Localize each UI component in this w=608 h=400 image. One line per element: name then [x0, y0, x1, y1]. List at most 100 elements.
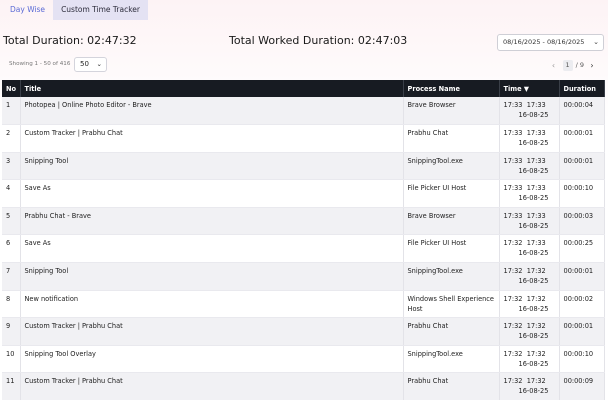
row-no: 3	[2, 152, 21, 181]
per-page-select[interactable]: 50 ⌄	[74, 57, 107, 72]
total-worked-duration: Total Worked Duration: 02:47:03	[229, 34, 408, 47]
tab-custom-time-tracker[interactable]: Custom Time Tracker	[53, 0, 148, 20]
row-time: 17:32 17:32 16-08-25	[499, 290, 560, 319]
row-time-start: 17:32	[503, 377, 523, 386]
row-time-start: 17:32	[503, 322, 523, 331]
row-no: 9	[2, 317, 21, 346]
row-no: 11	[2, 372, 21, 400]
row-title: Snipping Tool	[20, 262, 404, 291]
tab-bar: Day Wise Custom Time Tracker	[0, 0, 148, 20]
row-time: 17:33 17:33 16-08-25	[499, 207, 560, 236]
row-time-date: 16-08-25	[518, 221, 549, 230]
row-time-date: 16-08-25	[518, 332, 549, 341]
row-time-start: 17:32	[503, 349, 523, 358]
row-time-start: 17:33	[503, 184, 523, 193]
row-time-date: 16-08-25	[518, 249, 549, 258]
row-time: 17:33 17:33 16-08-25	[499, 179, 560, 208]
row-duration: 00:00:01	[559, 317, 605, 346]
row-time-end: 17:33	[526, 156, 546, 165]
row-time-start: 17:33	[503, 211, 523, 220]
tab-day-wise[interactable]: Day Wise	[2, 0, 53, 20]
row-time: 17:32 17:32 16-08-25	[499, 372, 560, 400]
row-process-name: Prabhu Chat	[403, 317, 500, 346]
header-duration: Duration	[559, 80, 605, 97]
date-range-value: 08/16/2025 - 08/16/2025	[503, 38, 585, 46]
row-time-end: 17:33	[526, 239, 546, 248]
chevron-right-icon[interactable]: ›	[586, 61, 598, 70]
row-time-range: 17:32 17:32	[504, 294, 555, 304]
row-duration: 00:00:10	[559, 345, 605, 374]
chevron-down-icon: ⌄	[593, 38, 599, 46]
row-no: 1	[2, 97, 21, 126]
row-time-range: 17:33 17:33	[504, 128, 555, 138]
row-duration: 00:00:25	[559, 234, 605, 264]
row-time-end: 17:32	[526, 294, 546, 303]
header-time-sort[interactable]: Time ▼	[499, 80, 560, 97]
row-title: Custom Tracker | Prabhu Chat	[20, 124, 404, 153]
row-no: 10	[2, 345, 21, 374]
table-header-row: No Title Process Name Time ▼ Duration	[2, 80, 605, 97]
row-time-end: 17:33	[526, 184, 546, 193]
row-time-date: 16-08-25	[518, 166, 549, 175]
chevron-left-icon[interactable]: ‹	[548, 61, 560, 70]
header-title: Title	[20, 80, 404, 97]
row-time-date: 16-08-25	[518, 111, 549, 119]
row-title: Custom Tracker | Prabhu Chat	[20, 317, 404, 346]
row-time: 17:33 17:33 16-08-25	[499, 97, 560, 126]
table-row[interactable]: 6 Save As File Picker UI Host 17:32 17:33 16…	[2, 234, 605, 264]
row-title: Save As	[20, 234, 404, 264]
table-row[interactable]: 9 Custom Tracker | Prabhu Chat Prabhu Chat…	[2, 317, 605, 346]
table-row[interactable]: 11 Custom Tracker | Prabhu Chat Prabhu Cha…	[2, 372, 605, 400]
row-process-name: File Picker UI Host	[403, 234, 500, 264]
row-title: Photopea | Online Photo Editor - Brave	[20, 97, 404, 126]
row-time-end: 17:33	[526, 101, 546, 109]
row-no: 6	[2, 234, 21, 264]
row-time-range: 17:33 17:33	[504, 183, 555, 193]
row-title: Snipping Tool	[20, 152, 404, 181]
row-duration: 00:00:04	[559, 97, 605, 126]
row-time-date: 16-08-25	[518, 139, 549, 148]
table-row[interactable]: 7 Snipping Tool SnippingTool.exe 17:32 17:3…	[2, 262, 605, 291]
row-no: 4	[2, 179, 21, 208]
row-title: Save As	[20, 179, 404, 208]
row-no: 8	[2, 290, 21, 319]
row-time-range: 17:32 17:32	[504, 349, 555, 359]
activity-table: No Title Process Name Time ▼ Duration 1P…	[2, 80, 605, 400]
row-title: Custom Tracker | Prabhu Chat	[20, 372, 404, 400]
row-time-range: 17:32 17:33	[504, 238, 555, 248]
table-row[interactable]: 1 Photopea | Online Photo Editor - Brave B…	[2, 97, 605, 126]
row-process-name: Brave Browser	[403, 207, 500, 236]
row-time-date: 16-08-25	[518, 194, 549, 203]
table-row[interactable]: 2 Custom Tracker | Prabhu Chat Prabhu Chat…	[2, 124, 605, 153]
row-title: Prabhu Chat - Brave	[20, 207, 404, 236]
table-row[interactable]: 10 Snipping Tool Overlay SnippingTool.exe 1…	[2, 345, 605, 374]
row-time-start: 17:33	[503, 101, 523, 109]
row-time: 17:32 17:32 16-08-25	[499, 317, 560, 346]
date-range-picker[interactable]: 08/16/2025 - 08/16/2025 ⌄	[497, 34, 604, 51]
row-time: 17:32 17:33 16-08-25	[499, 234, 560, 264]
per-page-value: 50	[80, 60, 89, 68]
table-row[interactable]: 8 New notification Windows Shell Experienc…	[2, 290, 605, 319]
row-time: 17:33 17:33 16-08-25	[499, 124, 560, 153]
row-process-name: Prabhu Chat	[403, 372, 500, 400]
pagination: ‹ 1 / 9 ›	[548, 59, 598, 71]
row-duration: 00:00:02	[559, 290, 605, 319]
row-title: Snipping Tool Overlay	[20, 345, 404, 374]
row-time-start: 17:32	[503, 294, 523, 303]
row-time-range: 17:33 17:33	[504, 211, 555, 221]
row-time: 17:32 17:32 16-08-25	[499, 345, 560, 374]
current-page[interactable]: 1	[562, 59, 573, 71]
row-time-date: 16-08-25	[518, 277, 549, 286]
header-process-name: Process Name	[403, 80, 500, 97]
table-row[interactable]: 5 Prabhu Chat - Brave Brave Browser 17:33 1…	[2, 207, 605, 236]
table-row[interactable]: 4 Save As File Picker UI Host 17:33 17:33 16…	[2, 179, 605, 208]
showing-count: Showing 1 - 50 of 416	[9, 61, 71, 67]
row-time-range: 17:33 17:33	[504, 156, 555, 166]
row-process-name: File Picker UI Host	[403, 179, 500, 208]
row-time-end: 17:32	[526, 349, 546, 358]
row-time-date: 16-08-25	[518, 304, 549, 313]
row-time: 17:32 17:32 16-08-25	[499, 262, 560, 291]
table-row[interactable]: 3 Snipping Tool SnippingTool.exe 17:33 17:3…	[2, 152, 605, 181]
total-duration: Total Duration: 02:47:32	[3, 34, 137, 47]
row-time-date: 16-08-25	[518, 359, 549, 368]
